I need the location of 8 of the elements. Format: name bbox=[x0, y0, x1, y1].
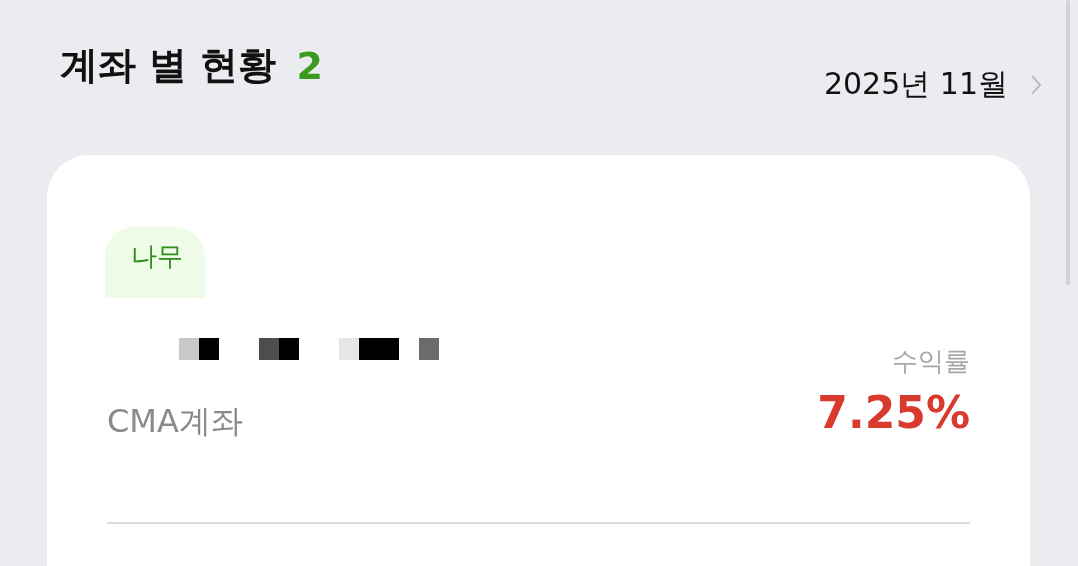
return-label: 수익률 bbox=[892, 345, 970, 378]
account-count: 2 bbox=[296, 43, 323, 88]
month-selector[interactable]: 2025년 11월 bbox=[823, 64, 1042, 105]
section-title: 계좌 별 현황 bbox=[60, 42, 277, 89]
account-card[interactable]: 나무 CMA계좌 수익률 7.25% bbox=[47, 155, 1030, 566]
return-value: 7.25% bbox=[817, 387, 970, 438]
tag-badge: 나무 bbox=[105, 227, 205, 298]
account-type: CMA계좌 bbox=[107, 401, 244, 442]
